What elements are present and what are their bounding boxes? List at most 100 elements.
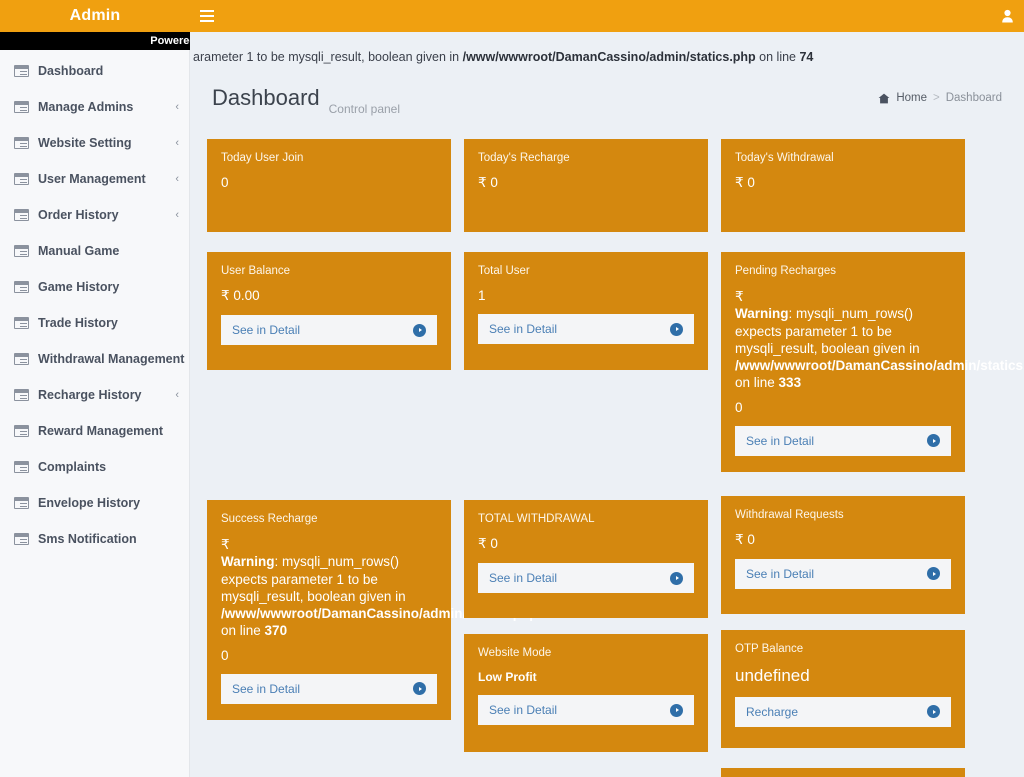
see-in-detail-label: See in Detail (489, 322, 670, 336)
card-title: OTP Balance (735, 643, 951, 655)
user-icon[interactable] (990, 0, 1024, 32)
list-icon (14, 317, 29, 329)
chevron-left-icon: ‹ (175, 389, 179, 401)
sidebar-item-game-history[interactable]: Game History (0, 274, 189, 300)
list-icon (14, 353, 29, 365)
card-title: Today's Withdrawal (735, 152, 951, 164)
chevron-left-icon: ‹ (175, 209, 179, 221)
arrow-right-circle-icon (927, 567, 940, 580)
see-in-detail-label: See in Detail (489, 571, 670, 585)
warning-line-prefix: on line (221, 623, 265, 638)
sidebar-item-label: Game History (38, 280, 179, 294)
card-value: ₹ 0 (735, 532, 951, 548)
card-value: ₹ 0 (478, 536, 694, 552)
sidebar-item-manual-game[interactable]: Manual Game (0, 238, 189, 264)
see-in-detail-button[interactable]: See in Detail (478, 563, 694, 593)
warning-label: Warning (221, 554, 275, 569)
arrow-right-circle-icon (927, 434, 940, 447)
arrow-right-circle-icon (413, 324, 426, 337)
breadcrumb-home[interactable]: Home (896, 92, 927, 104)
list-icon (14, 497, 29, 509)
arrow-right-circle-icon (413, 682, 426, 695)
warning-line: on line 370 (221, 622, 437, 639)
card-value: 0 (221, 175, 437, 190)
sidebar-item-website-setting[interactable]: Website Setting ‹ (0, 130, 189, 156)
php-warning-mid: on line (756, 50, 800, 64)
rupee-symbol: ₹ (221, 536, 437, 553)
card-title: Total User (478, 265, 694, 277)
warning-line: on line 333 (735, 374, 951, 391)
list-icon (14, 533, 29, 545)
sidebar-item-withdrawal-management[interactable]: Withdrawal Management ‹ (0, 346, 189, 372)
grid-column-1: Today User Join 0 User Balance ₹ 0.00 Se… (207, 139, 451, 740)
arrow-right-circle-icon (670, 572, 683, 585)
php-warning-banner: arameter 1 to be mysqli_result, boolean … (190, 50, 1024, 64)
hamburger-bar (200, 10, 214, 12)
warning-message: Warning: mysqli_num_rows() expects param… (735, 305, 951, 357)
card-value: ₹ 0 (735, 175, 951, 191)
breadcrumb: Home > Dashboard (878, 92, 1002, 104)
sidebar-item-order-history[interactable]: Order History ‹ (0, 202, 189, 228)
sidebar-item-envelope-history[interactable]: Envelope History (0, 490, 189, 516)
warning-line-number: 333 (779, 375, 802, 390)
sidebar-item-label: Withdrawal Management (38, 352, 184, 366)
list-icon (14, 281, 29, 293)
sidebar-navigation: Dashboard Manage Admins ‹ Website Settin… (0, 32, 190, 777)
list-icon (14, 461, 29, 473)
recharge-label: Recharge (746, 705, 927, 719)
see-in-detail-label: See in Detail (746, 567, 927, 581)
sidebar-item-trade-history[interactable]: Trade History (0, 310, 189, 336)
sidebar-item-dashboard[interactable]: Dashboard (0, 58, 189, 84)
sidebar-item-user-management[interactable]: User Management ‹ (0, 166, 189, 192)
admin-dashboard-page: Admin Powered by Dashboard Manage Admins… (0, 0, 1024, 777)
home-icon (878, 93, 890, 104)
card-pending-recharges: Pending Recharges ₹ Warning: mysqli_num_… (721, 252, 965, 472)
sidebar-item-reward-management[interactable]: Reward Management (0, 418, 189, 444)
hamburger-icon[interactable] (190, 0, 224, 32)
see-in-detail-button[interactable]: See in Detail (478, 314, 694, 344)
powered-by-bar: Powered by (0, 32, 190, 50)
see-in-detail-button[interactable]: See in Detail (735, 559, 951, 589)
breadcrumb-current: Dashboard (946, 92, 1002, 104)
sidebar-item-label: Manual Game (38, 244, 179, 258)
see-in-detail-button[interactable]: See in Detail (221, 315, 437, 345)
card-success-recharge: Success Recharge ₹ Warning: mysqli_num_r… (207, 500, 451, 720)
warning-path: /www/wwwroot/DamanCassino/admin/statics.… (221, 605, 437, 622)
brand-logo[interactable]: Admin (0, 0, 190, 32)
card-title: User Balance (221, 265, 437, 277)
card-value: 0 (735, 400, 951, 415)
list-icon (14, 137, 29, 149)
see-in-detail-button[interactable]: See in Detail (478, 695, 694, 725)
php-warning-prefix: arameter 1 to be mysqli_result, boolean … (193, 50, 463, 64)
rupee-symbol: ₹ (735, 288, 951, 305)
card-value: ₹ 0.00 (221, 288, 437, 304)
list-icon (14, 173, 29, 185)
recharge-button[interactable]: Recharge (735, 697, 951, 727)
sidebar-item-label: Website Setting (38, 136, 169, 150)
page-title: Dashboard (212, 85, 320, 111)
warning-line-prefix: on line (735, 375, 779, 390)
warning-label: Warning (735, 306, 789, 321)
card-total-user: Total User 1 See in Detail (464, 252, 708, 370)
sidebar-item-complaints[interactable]: Complaints (0, 454, 189, 480)
see-in-detail-button[interactable]: See in Detail (735, 426, 951, 456)
sidebar-item-label: Order History (38, 208, 169, 222)
card-otp-balance: OTP Balance undefined Recharge (721, 630, 965, 748)
card-title: Today User Join (221, 152, 437, 164)
powered-by-label: Powered by (150, 35, 190, 47)
card-value: undefined (735, 666, 951, 686)
card-todays-recharge: Today's Recharge ₹ 0 (464, 139, 708, 232)
page-header: Dashboard Control panel Home > Dashboard (190, 77, 1024, 119)
sidebar-item-recharge-history[interactable]: Recharge History ‹ (0, 382, 189, 408)
sidebar-item-label: Trade History (38, 316, 179, 330)
page-subtitle: Control panel (329, 102, 400, 116)
card-user-balance: User Balance ₹ 0.00 See in Detail (207, 252, 451, 370)
see-in-detail-button[interactable]: See in Detail (221, 674, 437, 704)
list-icon (14, 209, 29, 221)
sidebar-item-manage-admins[interactable]: Manage Admins ‹ (0, 94, 189, 120)
card-total-withdrawal: TOTAL WITHDRAWAL ₹ 0 See in Detail (464, 500, 708, 618)
sidebar-item-label: Manage Admins (38, 100, 169, 114)
sidebar-item-sms-notification[interactable]: Sms Notification (0, 526, 189, 552)
warning-message: Warning: mysqli_num_rows() expects param… (221, 553, 437, 605)
card-warning-text: ₹ Warning: mysqli_num_rows() expects par… (221, 536, 437, 640)
